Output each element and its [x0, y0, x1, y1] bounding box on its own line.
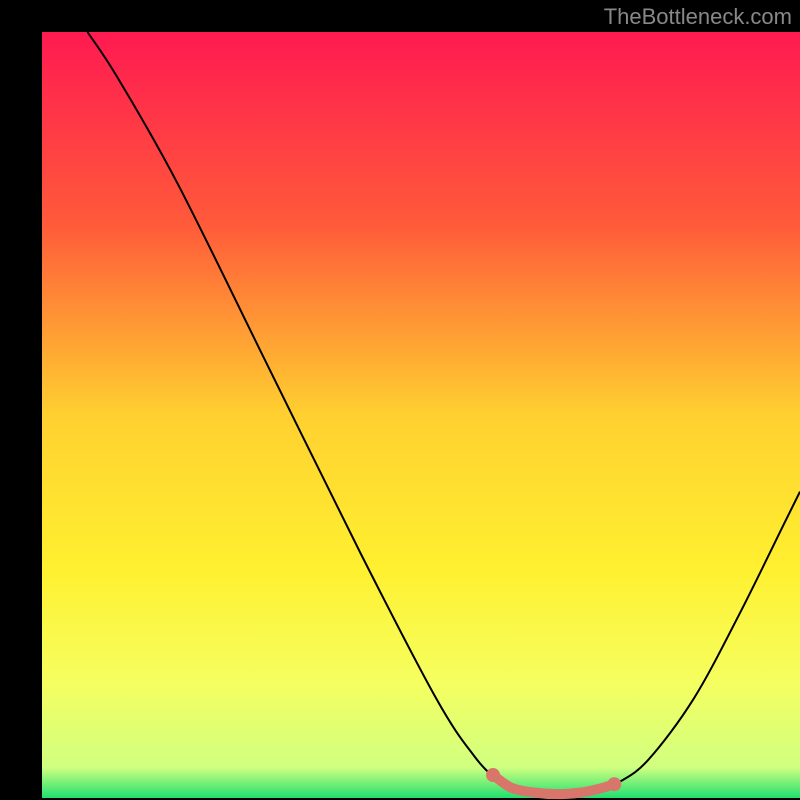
highlight-dot — [607, 777, 621, 791]
watermark-text: TheBottleneck.com — [604, 4, 792, 30]
chart-container: TheBottleneck.com — [0, 0, 800, 800]
gradient-background — [42, 32, 800, 798]
bottleneck-chart — [0, 0, 800, 800]
highlight-dot — [486, 768, 500, 782]
